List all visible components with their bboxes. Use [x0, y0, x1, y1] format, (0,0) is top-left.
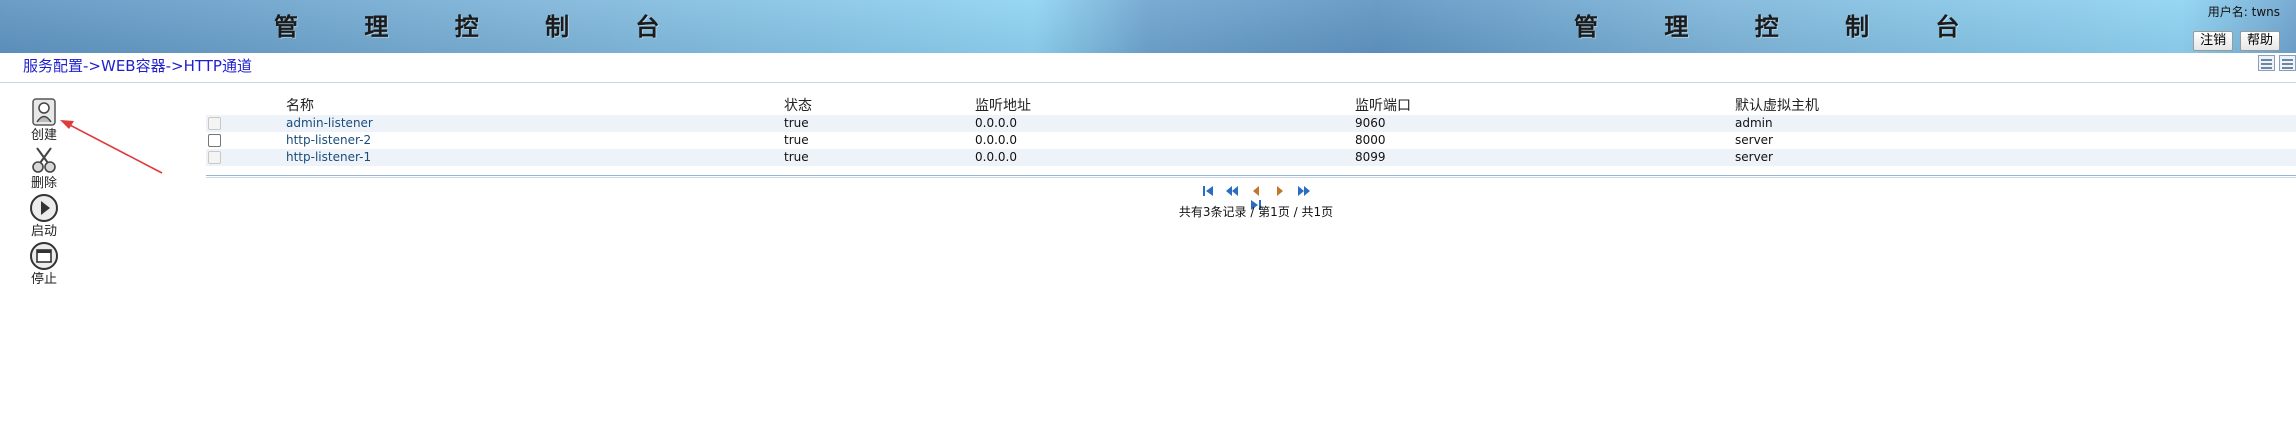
start-button[interactable]: 启动: [24, 193, 64, 240]
create-button[interactable]: 创建: [24, 97, 64, 144]
row-host: server: [1735, 132, 2296, 149]
action-toolbar: 创建 删除 启动 停止: [24, 97, 64, 289]
row-address: 0.0.0.0: [975, 149, 1355, 166]
row-name[interactable]: http-listener-1: [286, 149, 784, 166]
pagination-summary: 共有3条记录 / 第1页 / 共1页: [1178, 205, 1334, 219]
breadcrumb-service-config[interactable]: 服务配置: [23, 57, 83, 75]
row-checkbox: [208, 151, 221, 164]
row-port: 8000: [1355, 132, 1735, 149]
column-header-default-host[interactable]: 默认虚拟主机: [1735, 93, 2296, 115]
next-group-icon[interactable]: [1297, 184, 1311, 198]
listener-table: 名称 状态 监听地址 监听端口 默认虚拟主机 admin-listener tr…: [206, 93, 2296, 166]
list-view-icon[interactable]: [2279, 55, 2296, 71]
row-address: 0.0.0.0: [975, 115, 1355, 132]
prev-page-icon[interactable]: [1249, 184, 1263, 198]
first-page-icon[interactable]: [1201, 184, 1215, 198]
row-checkbox[interactable]: [208, 134, 221, 147]
corner-icons: [2254, 55, 2296, 74]
column-header-address[interactable]: 监听地址: [975, 93, 1355, 115]
breadcrumb: 服务配置->WEB容器->HTTP通道: [23, 57, 252, 75]
row-name[interactable]: admin-listener: [286, 115, 784, 132]
user-block: 用户名: twns 注销 帮助: [2190, 4, 2280, 51]
row-host: server: [1735, 149, 2296, 166]
breadcrumb-divider: [0, 82, 2296, 83]
table-bottom-divider: [206, 175, 2296, 176]
table-row[interactable]: http-listener-1 true 0.0.0.0 8099 server: [206, 149, 2296, 166]
row-port: 8099: [1355, 149, 1735, 166]
help-button[interactable]: 帮助: [2239, 31, 2280, 51]
row-status: true: [784, 115, 975, 132]
scissors-icon: [32, 147, 56, 173]
row-name[interactable]: http-listener-2: [286, 132, 784, 149]
row-address: 0.0.0.0: [975, 132, 1355, 149]
prev-group-icon[interactable]: [1225, 184, 1239, 198]
breadcrumb-http-channel[interactable]: HTTP通道: [184, 57, 252, 75]
header-checkbox-col: [206, 93, 286, 115]
start-label: 启动: [30, 224, 57, 239]
play-icon: [30, 194, 58, 222]
header-banner: 管 理 控 制 台 管 理 控 制 台 用户名: twns 注销 帮助: [0, 0, 2296, 53]
table-row[interactable]: admin-listener true 0.0.0.0 9060 admin: [206, 115, 2296, 132]
row-port: 9060: [1355, 115, 1735, 132]
row-checkbox: [208, 117, 221, 130]
stop-icon: [30, 242, 58, 270]
username-label: 用户名: twns: [2207, 5, 2280, 19]
logout-button[interactable]: 注销: [2193, 31, 2234, 51]
delete-label: 删除: [30, 176, 57, 191]
pagination: [1190, 183, 1322, 210]
next-page-icon[interactable]: [1273, 184, 1287, 198]
stop-label: 停止: [30, 272, 57, 287]
row-status: true: [784, 132, 975, 149]
breadcrumb-separator: ->: [165, 57, 184, 75]
column-header-name[interactable]: 名称: [286, 93, 784, 115]
stop-button[interactable]: 停止: [24, 241, 64, 288]
column-header-status[interactable]: 状态: [784, 93, 975, 115]
create-label: 创建: [30, 128, 57, 143]
delete-button[interactable]: 删除: [24, 145, 64, 192]
breadcrumb-separator: ->: [83, 57, 101, 75]
console-title-right: 管 理 控 制 台: [1574, 12, 1989, 41]
row-status: true: [784, 149, 975, 166]
table-row[interactable]: http-listener-2 true 0.0.0.0 8000 server: [206, 132, 2296, 149]
breadcrumb-web-container[interactable]: WEB容器: [101, 57, 166, 75]
console-title-left: 管 理 控 制 台: [274, 12, 689, 41]
column-header-port[interactable]: 监听端口: [1355, 93, 1735, 115]
create-icon: [32, 98, 56, 126]
table-header-row: 名称 状态 监听地址 监听端口 默认虚拟主机: [206, 93, 2296, 115]
row-host: admin: [1735, 115, 2296, 132]
expand-view-icon[interactable]: [2258, 55, 2275, 71]
table-bottom-divider-2: [206, 177, 2296, 178]
